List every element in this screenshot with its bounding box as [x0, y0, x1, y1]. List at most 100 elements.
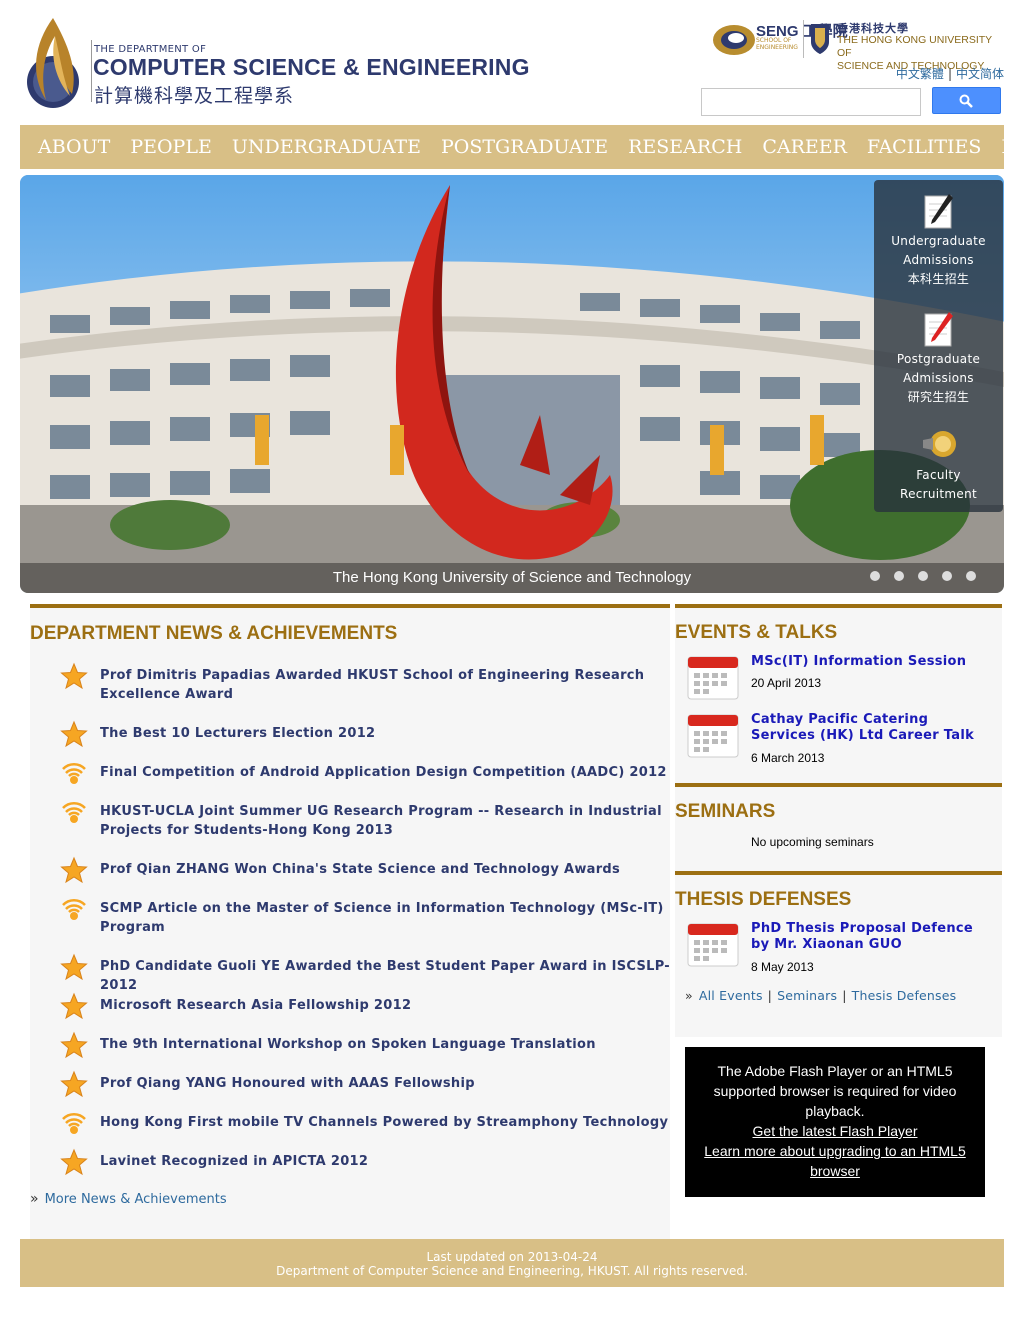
seminars-link[interactable]: Seminars — [777, 988, 837, 1003]
event-title[interactable]: MSc(IT) Information Session — [751, 654, 996, 670]
seng-emblem-icon — [713, 25, 755, 55]
news-item-link[interactable]: Prof Qiang YANG Honoured with AAAS Fello… — [100, 1074, 670, 1093]
calendar-icon — [687, 923, 739, 967]
news-section: DEPARTMENT NEWS & ACHIEVEMENTS Prof Dimi… — [30, 604, 670, 1241]
news-item-link[interactable]: HKUST-UCLA Joint Summer UG Research Prog… — [100, 802, 670, 840]
news-item-link[interactable]: Prof Qian ZHANG Won China's State Scienc… — [100, 860, 670, 879]
nav-postgraduate[interactable]: POSTGRADUATE — [431, 136, 618, 158]
seminars-title: SEMINARS — [675, 801, 776, 822]
quick-links-panel: Undergraduate Admissions 本科生招生 Postgradu… — [874, 180, 1003, 512]
slide-dot[interactable] — [918, 571, 928, 581]
thesis-title: THESIS DEFENSES — [675, 889, 852, 910]
get-flash-link[interactable]: Get the latest Flash Player — [699, 1121, 971, 1141]
main-nav: ABOUT PEOPLE UNDERGRADUATE POSTGRADUATE … — [20, 125, 1024, 169]
more-news-marker: » — [30, 1191, 39, 1207]
star-icon — [60, 662, 88, 690]
broadcast-icon — [62, 762, 86, 784]
event-date: 20 April 2013 — [751, 676, 822, 690]
broadcast-icon — [62, 898, 86, 920]
hkust-name-line1: THE HONG KONG UNIVERSITY OF — [837, 34, 992, 59]
quick-link-label: Admissions — [903, 371, 974, 385]
search-button[interactable] — [932, 87, 1001, 114]
footer: Last updated on 2013-04-24 Department of… — [20, 1239, 1004, 1287]
quick-link-label: Recruitment — [899, 487, 978, 501]
quick-link-label: Admissions — [903, 253, 974, 267]
slide-dot[interactable] — [942, 571, 952, 581]
nav-career[interactable]: CAREER — [752, 136, 857, 158]
news-item-link[interactable]: Prof Dimitris Papadias Awarded HKUST Sch… — [100, 666, 670, 704]
quick-link-label-chinese: 研究生招生 — [907, 390, 970, 404]
hero-slideshow[interactable]: Undergraduate Admissions 本科生招生 Postgradu… — [20, 175, 1004, 593]
news-item-link[interactable]: The 9th International Workshop on Spoken… — [100, 1035, 670, 1054]
seng-subtitle: SCHOOL OF ENGINEERING — [756, 37, 798, 51]
broadcast-icon — [62, 1112, 86, 1134]
star-icon — [60, 1070, 88, 1098]
news-item-link[interactable]: Microsoft Research Asia Fellowship 2012 — [100, 996, 670, 1015]
campus-photo — [20, 175, 1004, 593]
news-item-link[interactable]: Final Competition of Android Application… — [100, 763, 670, 782]
language-links: 中文繁體 | 中文简体 — [896, 65, 1004, 82]
logo-divider — [803, 20, 804, 58]
event-title[interactable]: Cathay Pacific Catering Services (HK) Lt… — [751, 712, 996, 744]
news-item-link[interactable]: SCMP Article on the Master of Science in… — [100, 899, 670, 937]
dept-name: COMPUTER SCIENCE & ENGINEERING — [93, 54, 530, 80]
logo-divider — [91, 40, 92, 102]
all-events-link[interactable]: All Events — [699, 988, 763, 1003]
link-separator: | — [767, 988, 773, 1003]
more-news-label[interactable]: More News & Achievements — [45, 1192, 227, 1207]
news-item-link[interactable]: Hong Kong First mobile TV Channels Power… — [100, 1113, 670, 1132]
slide-dot[interactable] — [870, 571, 880, 581]
hkust-crest-icon — [811, 24, 829, 54]
nav-research[interactable]: RESEARCH — [618, 136, 752, 158]
seng-hkust-logos[interactable]: SENG 工學院 SCHOOL OF ENGINEERING 香港科技大學 TH… — [711, 18, 1003, 72]
star-icon — [60, 953, 88, 981]
slide-dot[interactable] — [966, 571, 976, 581]
link-separator: | — [842, 988, 847, 1003]
quick-link-faculty-recruitment[interactable]: Faculty Recruitment — [874, 426, 1003, 504]
slide-dot[interactable] — [894, 571, 904, 581]
thesis-defenses-link[interactable]: Thesis Defenses — [852, 988, 957, 1003]
events-section: EVENTS & TALKS MSc(IT) Information Sessi… — [675, 604, 1002, 783]
quick-link-label-chinese: 本科生招生 — [907, 272, 970, 286]
html5-upgrade-link[interactable]: Learn more about upgrading to an HTML5 b… — [699, 1141, 971, 1181]
nav-about[interactable]: ABOUT — [20, 136, 120, 158]
pencil-paper-icon — [924, 312, 953, 347]
calendar-icon — [687, 714, 739, 758]
quick-link-label: Undergraduate — [891, 234, 986, 248]
no-seminars-text: No upcoming seminars — [751, 835, 874, 849]
quick-link-undergraduate-admissions[interactable]: Undergraduate Admissions 本科生招生 — [874, 190, 1003, 289]
events-title: EVENTS & TALKS — [675, 622, 838, 643]
copyright: Department of Computer Science and Engin… — [276, 1264, 748, 1278]
lang-link-traditional-chinese[interactable]: 中文繁體 — [896, 67, 944, 81]
quick-link-postgraduate-admissions[interactable]: Postgraduate Admissions 研究生招生 — [874, 308, 1003, 407]
nav-links[interactable]: LINKS — [991, 136, 1024, 158]
news-item-link[interactable]: PhD Candidate Guoli YE Awarded the Best … — [100, 957, 670, 995]
thesis-item-title[interactable]: PhD Thesis Proposal Defence by Mr. Xiaon… — [751, 921, 996, 953]
news-title: DEPARTMENT NEWS & ACHIEVEMENTS — [30, 623, 398, 644]
department-logo[interactable]: THE DEPARTMENT OF COMPUTER SCIENCE & ENG… — [22, 14, 529, 110]
quick-link-label: Faculty — [916, 468, 961, 482]
pencil-paper-icon — [924, 194, 953, 229]
nav-facilities[interactable]: FACILITIES — [857, 136, 991, 158]
lang-link-simplified-chinese[interactable]: 中文简体 — [956, 67, 1004, 81]
nav-people[interactable]: PEOPLE — [120, 136, 222, 158]
star-icon — [60, 992, 88, 1020]
calendar-icon — [687, 656, 739, 700]
thesis-section: THESIS DEFENSES PhD Thesis Proposal Defe… — [675, 871, 1002, 1041]
thesis-item-date: 8 May 2013 — [751, 960, 814, 974]
slide-pager — [870, 571, 976, 581]
star-icon — [60, 1148, 88, 1176]
nav-undergraduate[interactable]: UNDERGRADUATE — [222, 136, 431, 158]
search-input[interactable] — [701, 88, 921, 116]
hero-caption: The Hong Kong University of Science and … — [20, 563, 1004, 593]
star-icon — [60, 720, 88, 748]
star-icon — [60, 856, 88, 884]
dept-emblem-icon — [27, 18, 79, 108]
video-player-placeholder: The Adobe Flash Player or an HTML5 suppo… — [685, 1047, 985, 1197]
last-updated: Last updated on 2013-04-24 — [426, 1250, 598, 1264]
more-news-link[interactable]: » More News & Achievements — [30, 1191, 227, 1207]
broadcast-icon — [62, 801, 86, 823]
news-item-link[interactable]: Lavinet Recognized in APICTA 2012 — [100, 1152, 670, 1171]
news-item-link[interactable]: The Best 10 Lecturers Election 2012 — [100, 724, 670, 743]
event-links: » All Events | Seminars | Thesis Defenses — [685, 988, 956, 1003]
